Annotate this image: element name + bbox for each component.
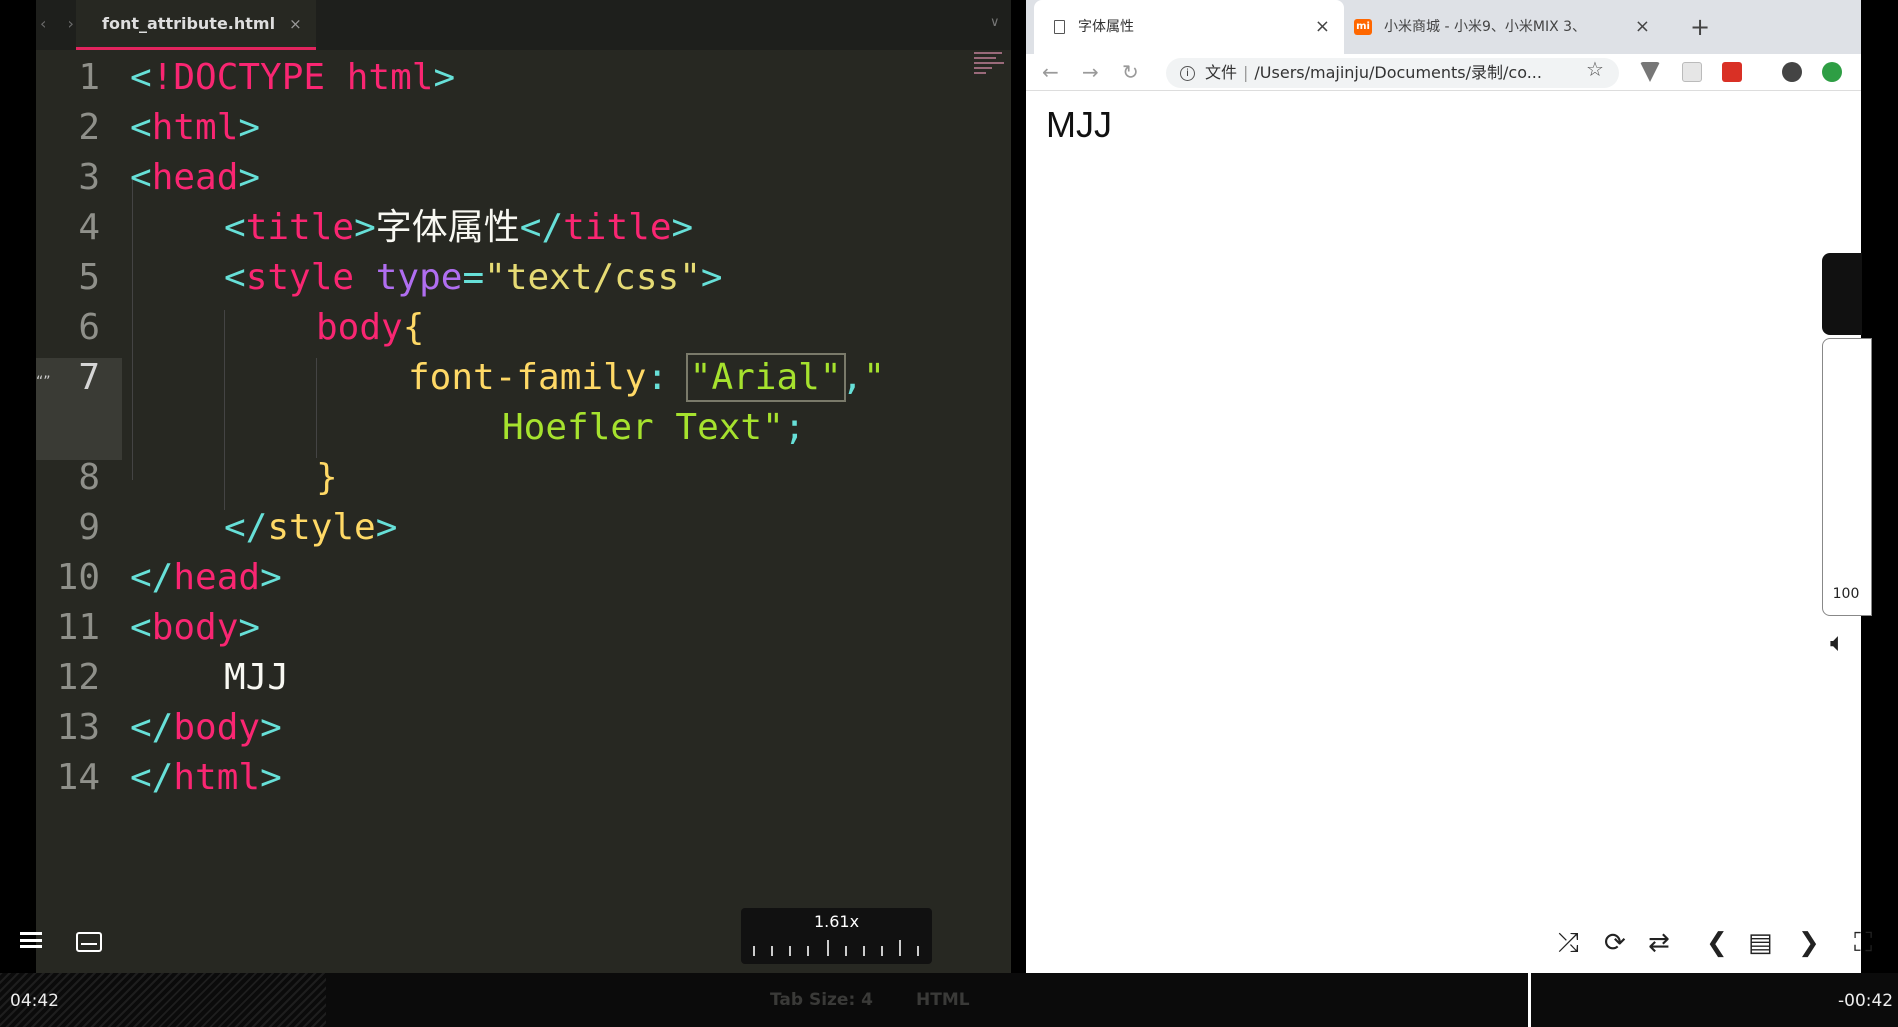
new-tab-button[interactable]: + [1690, 0, 1710, 54]
line-number: 8 [78, 457, 100, 498]
status-syntax: HTML [916, 990, 970, 1010]
code-line-10: </head> [130, 557, 282, 598]
volume-value: 100 [1832, 586, 1860, 602]
code-line-8: } [316, 457, 338, 498]
browser-window: 字体属性 × mi 小米商城 - 小米9、小米MIX 3、 × + ← → ↻ … [1026, 0, 1861, 973]
subtitles-icon[interactable] [76, 932, 102, 952]
repeat-icon[interactable]: ⟳ [1604, 928, 1626, 958]
code-line-7-wrap: Hoefler Text"; [502, 407, 806, 448]
code-line-7: font-family: "Arial"," [408, 353, 885, 402]
page-content: MJJ [1046, 104, 1112, 145]
address-separator: | [1243, 63, 1249, 82]
code-line-2: <html> [130, 107, 261, 148]
menu-icon[interactable] [20, 932, 42, 948]
line-number: 10 [56, 557, 100, 598]
code-line-14: </html> [130, 757, 282, 798]
profile-icon[interactable] [1782, 62, 1802, 82]
line-number: 7 [78, 357, 100, 398]
browser-tab-xiaomi[interactable]: mi 小米商城 - 小米9、小米MIX 3、 × [1344, 0, 1664, 54]
extension-fe-icon[interactable] [1722, 62, 1742, 82]
document-icon [1054, 20, 1065, 34]
reload-icon[interactable]: ↻ [1122, 60, 1139, 84]
code-line-12: MJJ [224, 657, 290, 698]
close-icon[interactable]: × [1315, 0, 1330, 54]
update-icon[interactable] [1822, 62, 1842, 82]
line-number: 2 [78, 107, 100, 148]
playhead[interactable] [1528, 973, 1531, 1027]
code-line-6: body{ [316, 307, 425, 348]
indent-guide [132, 180, 133, 480]
xiaomi-logo-icon: mi [1354, 19, 1372, 35]
code-line-9: </style> [224, 507, 398, 548]
chevron-down-icon[interactable]: ∨ [990, 15, 1000, 30]
line-number: 3 [78, 157, 100, 198]
code-line-4: <title>字体属性</title> [224, 207, 694, 248]
back-arrow-icon[interactable]: ← [1042, 60, 1059, 84]
speed-ticks [753, 940, 921, 956]
code-line-13: </body> [130, 707, 282, 748]
line-number: 1 [78, 57, 100, 98]
line-number: 4 [78, 207, 100, 248]
selected-string: "Arial" [685, 353, 846, 402]
line-number: 11 [56, 607, 100, 648]
line-number: 13 [56, 707, 100, 748]
browser-tab-title: 小米商城 - 小米9、小米MIX 3、 [1384, 19, 1587, 35]
elapsed-time: 04:42 [10, 991, 59, 1011]
address-scheme: 文件 [1205, 63, 1238, 82]
code-line-1: <!DOCTYPE html> [130, 57, 456, 98]
tab-close-icon[interactable]: × [289, 15, 302, 33]
toolbar: ← → ↻ i 文件 | /Users/majinju/Documents/录制/co… [1026, 54, 1861, 91]
forward-arrow-icon[interactable]: → [1082, 60, 1099, 84]
tab-label: font_attribute.html [102, 14, 276, 33]
code-line-3: <head> [130, 157, 261, 198]
volume-panel-header [1822, 253, 1862, 335]
indent-guide [316, 358, 317, 458]
minimap[interactable] [974, 52, 1006, 86]
extension-vue-icon[interactable] [1640, 62, 1660, 82]
speed-value: 1.61x [813, 912, 860, 931]
browser-tab-title: 字体属性 [1078, 19, 1134, 35]
code-line-11: <body> [130, 607, 261, 648]
extension-icon[interactable] [1682, 62, 1702, 82]
code-editor: ‹ › font_attribute.html × ∨ “” 1 2 3 4 5 … [0, 0, 1011, 973]
tab-font-attribute-html[interactable]: font_attribute.html × [76, 0, 316, 50]
previous-icon[interactable]: ❮ [1706, 928, 1728, 958]
next-icon[interactable]: ❯ [1798, 928, 1820, 958]
star-icon[interactable]: ☆ [1586, 57, 1604, 81]
line-number: 6 [78, 307, 100, 348]
browser-tab-active[interactable]: 字体属性 × [1034, 0, 1344, 54]
shuffle-icon[interactable]: ⤮ [1558, 928, 1579, 959]
line-number: 14 [56, 757, 100, 798]
line-number: 12 [56, 657, 100, 698]
indent-guide [224, 310, 225, 510]
info-icon[interactable]: i [1180, 66, 1195, 81]
status-tab-size: Tab Size: 4 [770, 990, 874, 1010]
fullscreen-icon[interactable]: ⛶ [1854, 928, 1872, 959]
repeat-ab-icon[interactable]: ⇄ [1648, 928, 1670, 958]
speaker-icon[interactable]: 🔈︎ [1830, 628, 1846, 659]
code-line-5: <style type="text/css"> [224, 257, 723, 298]
playlist-icon[interactable]: ▤ [1748, 928, 1773, 958]
line-number: 9 [78, 507, 100, 548]
address-bar[interactable]: i 文件 | /Users/majinju/Documents/录制/co... [1166, 58, 1619, 88]
address-url: /Users/majinju/Documents/录制/co... [1254, 63, 1542, 82]
line-number: 5 [78, 257, 100, 298]
close-icon[interactable]: × [1635, 0, 1650, 54]
speed-control[interactable]: 1.61x [741, 908, 932, 964]
volume-slider[interactable] [1822, 338, 1872, 616]
remaining-time: -00:42 [1838, 991, 1894, 1011]
